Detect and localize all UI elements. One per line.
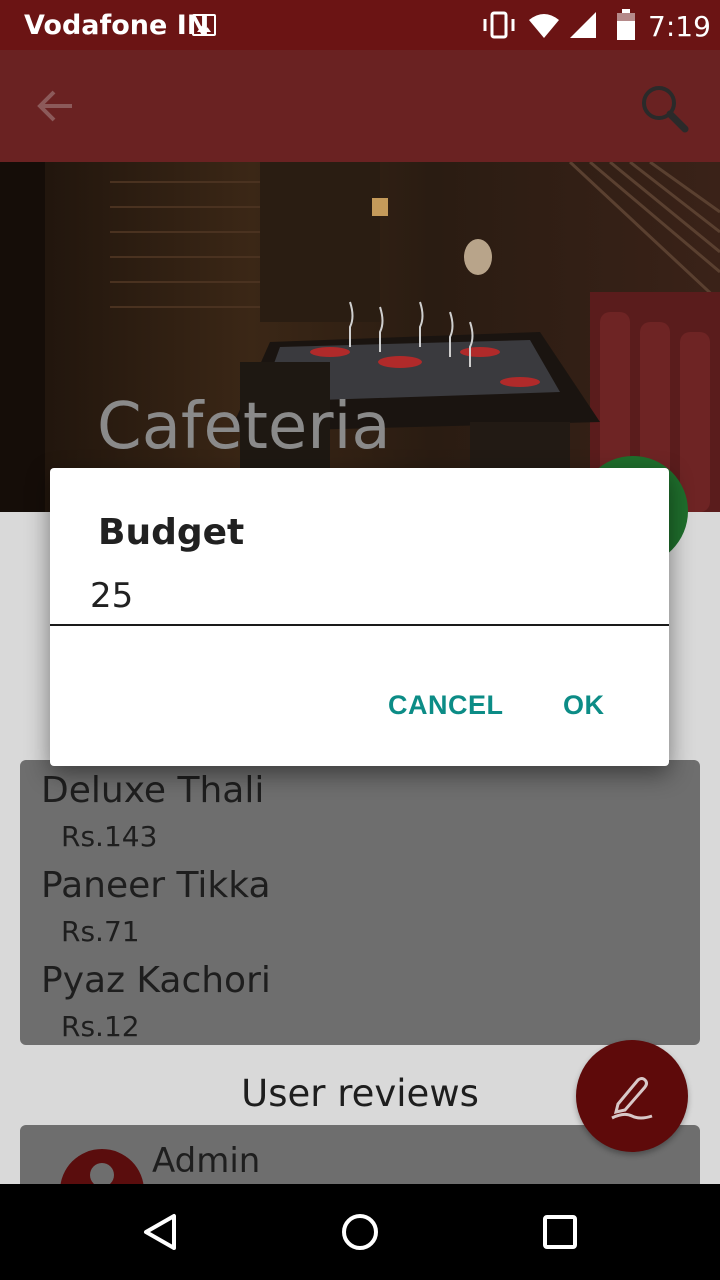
write-review-button[interactable]: [576, 1040, 688, 1152]
signal-icon: [570, 12, 596, 38]
menu-item-price: Rs.143: [61, 820, 158, 853]
status-bar: Vodafone IN 7:19: [0, 0, 720, 50]
search-icon[interactable]: [638, 82, 690, 134]
carrier-name: Vodafone IN: [24, 10, 210, 41]
back-arrow-icon[interactable]: [36, 86, 76, 126]
dialog-title: Budget: [98, 512, 245, 553]
toolbar: [0, 50, 720, 162]
menu-item-name: Pyaz Kachori: [41, 960, 271, 1001]
cancel-button[interactable]: CANCEL: [388, 690, 504, 721]
ok-button[interactable]: OK: [563, 690, 605, 721]
wifi-icon: [529, 14, 559, 38]
restaurant-name: Cafeteria: [97, 390, 391, 464]
budget-input[interactable]: [50, 568, 669, 626]
clock: 7:19: [648, 10, 711, 43]
menu-item-name: Deluxe Thali: [41, 770, 265, 811]
menu-item-price: Rs.71: [61, 915, 140, 948]
gallery-icon: [192, 14, 216, 36]
back-nav-icon[interactable]: [140, 1212, 180, 1252]
pen-icon: [611, 1077, 653, 1120]
navigation-bar: [0, 1184, 720, 1280]
vibrate-icon: [483, 11, 515, 39]
home-nav-icon[interactable]: [340, 1212, 380, 1252]
battery-icon: [617, 9, 635, 40]
menu-item-price: Rs.12: [61, 1010, 140, 1043]
reviewer-name: Admin: [152, 1141, 261, 1181]
budget-dialog: Budget CANCEL OK: [50, 468, 669, 766]
recents-nav-icon[interactable]: [542, 1214, 578, 1250]
menu-item-name: Paneer Tikka: [41, 865, 271, 906]
